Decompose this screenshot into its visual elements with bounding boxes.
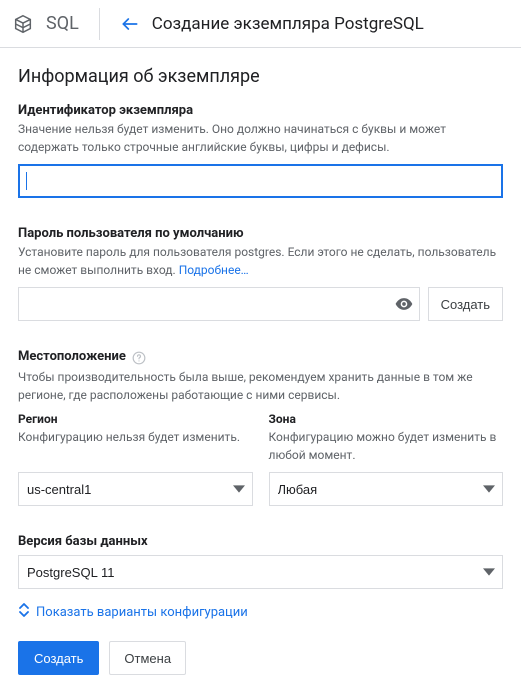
back-button[interactable]: [120, 14, 140, 34]
password-input[interactable]: [18, 287, 420, 321]
instance-id-block: Идентификатор экземпляра Значение нельзя…: [18, 103, 503, 198]
divider: [99, 8, 100, 40]
zone-col: Зона Конфигурацию можно будет изменить в…: [269, 412, 504, 506]
cancel-button[interactable]: Отмена: [109, 641, 186, 675]
password-desc-text: Установите пароль для пользователя postg…: [18, 245, 496, 277]
zone-select[interactable]: Любая: [269, 472, 504, 506]
topbar: SQL Создание экземпляра PostgreSQL: [0, 0, 521, 48]
show-config-toggle[interactable]: Показать варианты конфигурации: [18, 603, 503, 621]
password-label: Пароль пользователя по умолчанию: [18, 226, 503, 241]
help-icon[interactable]: [132, 351, 146, 365]
product-icon: [12, 13, 34, 35]
password-block: Пароль пользователя по умолчанию Установ…: [18, 226, 503, 321]
instance-id-desc: Значение нельзя будет изменить. Оно долж…: [18, 120, 503, 156]
create-button[interactable]: Создать: [18, 641, 99, 675]
db-version-label: Версия базы данных: [18, 534, 503, 549]
region-select[interactable]: us-central1: [18, 472, 253, 506]
page-title: Создание экземпляра PostgreSQL: [152, 14, 424, 34]
region-label: Регион: [18, 412, 253, 426]
visibility-toggle-icon[interactable]: [394, 294, 414, 314]
zone-desc: Конфигурацию можно будет изменить в любо…: [269, 428, 504, 464]
location-block: Местоположение Чтобы производительность …: [18, 349, 503, 506]
region-col: Регион Конфигурацию нельзя будет изменит…: [18, 412, 253, 506]
zone-label: Зона: [269, 412, 504, 426]
content: Информация об экземпляре Идентификатор э…: [0, 48, 521, 699]
instance-id-input[interactable]: [18, 164, 503, 198]
location-desc: Чтобы производительность была выше, реко…: [18, 368, 503, 404]
section-title: Информация об экземпляре: [18, 66, 503, 87]
product-name: SQL: [46, 13, 79, 34]
expand-icon: [18, 603, 30, 621]
password-desc: Установите пароль для пользователя postg…: [18, 243, 503, 279]
db-version-select[interactable]: PostgreSQL 11: [18, 555, 503, 589]
location-label: Местоположение: [18, 349, 126, 364]
db-version-block: Версия базы данных PostgreSQL 11: [18, 534, 503, 589]
action-row: Создать Отмена: [18, 641, 503, 675]
instance-id-label: Идентификатор экземпляра: [18, 103, 503, 118]
generate-password-button[interactable]: Создать: [428, 287, 503, 321]
learn-more-link[interactable]: Подробнее…: [179, 263, 249, 277]
show-config-label: Показать варианты конфигурации: [36, 605, 248, 620]
region-desc: Конфигурацию нельзя будет изменить.: [18, 428, 253, 464]
